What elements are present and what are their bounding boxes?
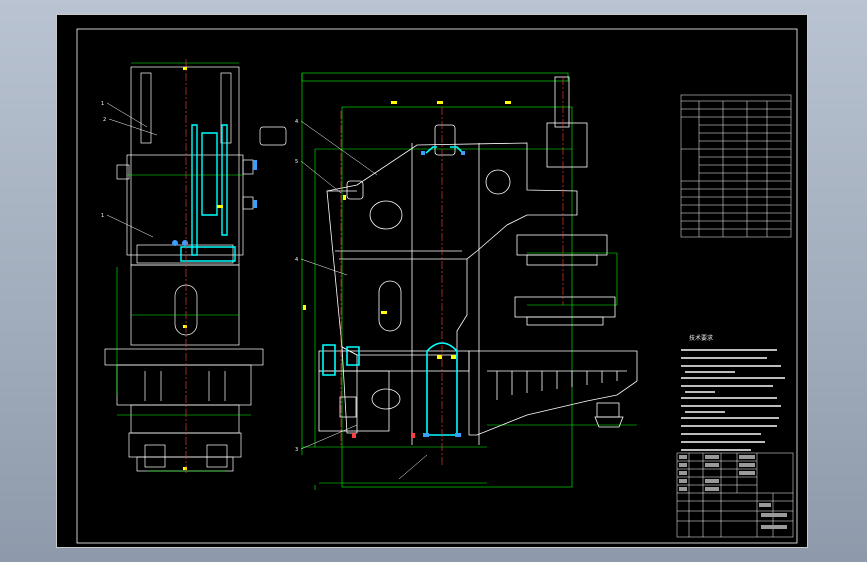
front-view-red	[352, 433, 415, 438]
side-view-markers	[183, 67, 223, 470]
front-view-centerlines	[340, 77, 564, 465]
notes-lines	[681, 349, 785, 451]
title-block	[676, 452, 794, 538]
drawing-canvas: 1 2 1 4 5 4 3 技术要求	[56, 14, 808, 548]
balloon-side-1: 1	[101, 101, 104, 107]
title-block-fill	[679, 455, 787, 529]
side-view-hatch	[180, 124, 236, 262]
spec-table	[680, 94, 792, 238]
side-view-blue	[172, 160, 257, 246]
side-view	[104, 66, 287, 472]
notes-heading: 技术要求	[689, 335, 714, 342]
balloon-front-4: 3	[295, 447, 298, 453]
front-view-frame	[318, 76, 638, 445]
front-view-markers	[303, 101, 511, 359]
balloon-front-3: 4	[295, 257, 298, 263]
balloon-front-2: 5	[295, 159, 298, 165]
balloon-side-2: 2	[103, 117, 106, 123]
balloon-side-3: 1	[101, 213, 104, 219]
side-view-balloons	[106, 102, 158, 238]
cad-drawing: 1 2 1 4 5 4 3	[76, 28, 798, 544]
balloon-front-1: 4	[295, 119, 298, 125]
front-view-balloons	[300, 120, 428, 480]
